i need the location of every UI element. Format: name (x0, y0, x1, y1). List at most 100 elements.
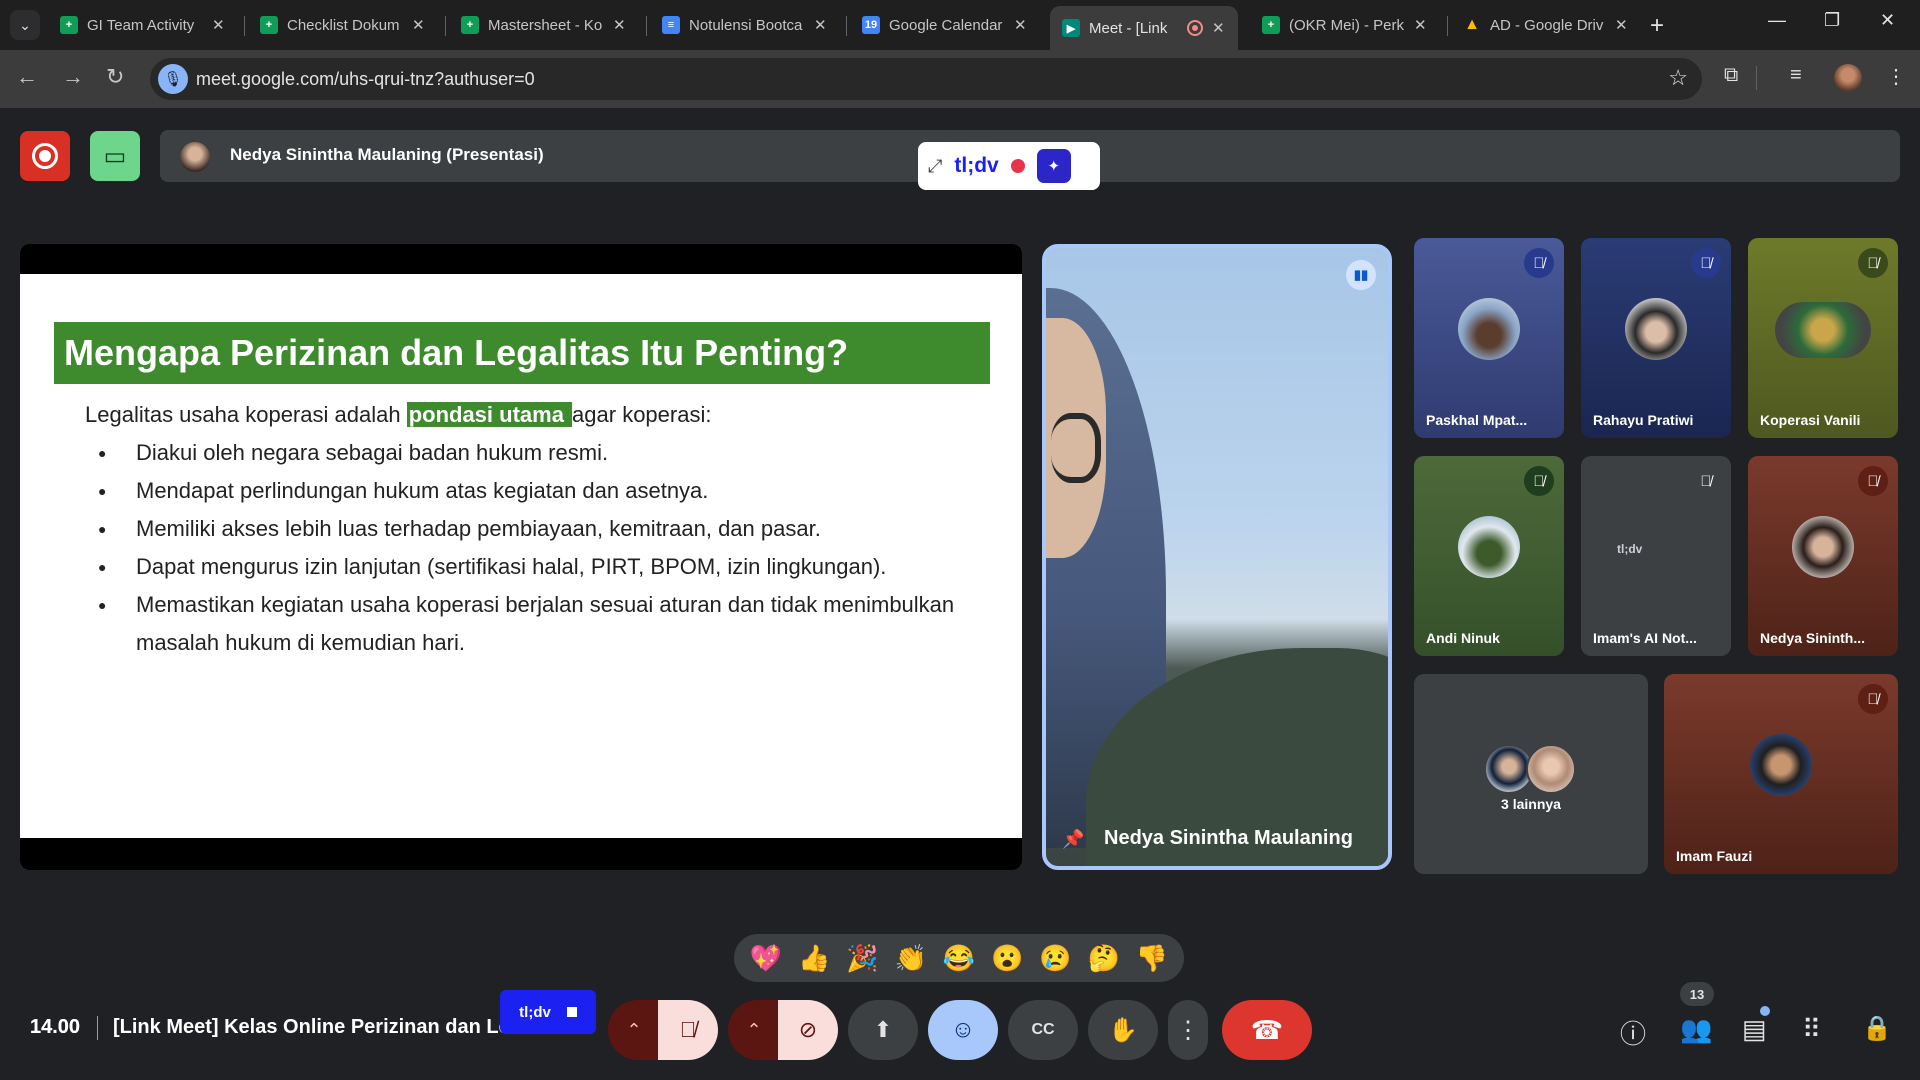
browser-menu-icon[interactable]: ⋮ (1886, 64, 1906, 89)
tab-title: Google Calendar (889, 16, 1003, 34)
back-icon[interactable]: ← (16, 64, 38, 90)
window-close-icon[interactable]: ✕ (1880, 10, 1895, 31)
restore-icon[interactable]: ❐ (1824, 10, 1840, 31)
video-frame (1051, 413, 1101, 483)
raise-hand-button[interactable]: ✋ (1088, 1000, 1158, 1060)
participant-tile[interactable]: 🎙̸ Nedya Sininth... (1748, 456, 1898, 656)
close-icon[interactable]: ✕ (212, 16, 226, 34)
reload-icon[interactable]: ↻ (106, 64, 124, 90)
companion-mode-button[interactable]: ▭ (90, 131, 140, 181)
ai-sparkle-icon[interactable]: ✦ (1036, 149, 1071, 183)
chat-icon[interactable]: ▤ (1742, 1014, 1767, 1045)
close-icon[interactable]: ✕ (1615, 16, 1629, 34)
others-tile[interactable]: 3 lainnya (1414, 674, 1648, 874)
close-icon[interactable]: ✕ (1414, 16, 1428, 34)
tab-gi-team-activity[interactable]: + GI Team Activity ✕ (48, 8, 238, 42)
microphone-off-button[interactable]: 🎙̸ (658, 1000, 718, 1060)
host-controls-icon[interactable]: 🔒 (1862, 1014, 1892, 1043)
captions-button[interactable]: CC (1008, 1000, 1078, 1060)
tab-title: Notulensi Bootca (689, 16, 803, 34)
close-icon[interactable]: ✕ (613, 16, 627, 34)
more-options-button[interactable]: ⋮ (1168, 1000, 1208, 1060)
microphone-permission-icon[interactable]: 🎙 (158, 64, 188, 94)
tab-notulensi-bootcamp[interactable]: ≡ Notulensi Bootca ✕ (650, 8, 840, 42)
participant-tile[interactable]: 🎙̸ Rahayu Pratiwi (1581, 238, 1731, 438)
bookmark-star-icon[interactable]: ☆ (1668, 65, 1688, 91)
tldv-widget[interactable]: ⤢ tl;dv ✦ (918, 142, 1100, 190)
participant-tile[interactable]: 🎙̸ Paskhal Mpat... (1414, 238, 1564, 438)
shared-screen: Mengapa Perizinan dan Legalitas Itu Pent… (20, 244, 1022, 870)
activities-icon[interactable]: ⠿ (1802, 1014, 1821, 1045)
participant-name: Nedya Sininth... (1760, 630, 1866, 646)
tldv-logo: tl;dv (954, 154, 999, 177)
laugh-reaction-icon[interactable]: 😂 (943, 945, 975, 971)
extensions-icon[interactable]: ⧉ (1724, 64, 1738, 87)
more-vert-icon: ⋮ (1176, 1016, 1200, 1044)
tldv-recording-button[interactable]: tl;dv (500, 990, 596, 1034)
close-icon[interactable]: ✕ (814, 16, 828, 34)
meeting-title: [Link Meet] Kelas Online Perizinan dan L… (113, 1016, 505, 1038)
muted-mic-icon: 🎙̸ (1691, 466, 1721, 496)
bullet-item: Dapat mengurus izin lanjutan (sertifikas… (98, 548, 978, 586)
reactions-button[interactable]: ☺ (928, 1000, 998, 1060)
tab-meet-active[interactable]: ▶ Meet - [Link ✕ (1050, 6, 1238, 50)
record-icon (32, 143, 58, 169)
meeting-details-icon[interactable]: ⓘ (1620, 1014, 1646, 1051)
slide-lead: Legalitas usaha koperasi adalah pondasi … (85, 402, 711, 428)
tab-title: Mastersheet - Ko (488, 16, 603, 34)
audio-options-button[interactable]: ⌃ (608, 1000, 660, 1060)
minimize-icon[interactable]: — (1768, 10, 1786, 31)
forward-icon[interactable]: → (62, 64, 84, 90)
pin-icon[interactable]: 📌 (1062, 829, 1084, 850)
stop-icon (566, 1007, 577, 1017)
avatar (1458, 298, 1520, 360)
party-reaction-icon[interactable]: 🎉 (846, 945, 878, 971)
participant-tile[interactable]: 🎙̸ Andi Ninuk (1414, 456, 1564, 656)
media-controls-icon[interactable]: ≡ (1790, 64, 1802, 87)
chevron-up-icon: ⌃ (626, 1019, 642, 1040)
tldv-logo: tl;dv (1617, 542, 1643, 556)
participant-tile[interactable]: 🎙̸ tl;dv Imam's AI Not... (1581, 456, 1731, 656)
tab-checklist-dokum[interactable]: + Checklist Dokum ✕ (248, 8, 438, 42)
close-icon[interactable]: ✕ (412, 16, 426, 34)
present-screen-button[interactable]: ⬆ (848, 1000, 918, 1060)
profile-avatar[interactable] (1834, 64, 1862, 92)
docs-icon: ≡ (662, 16, 680, 34)
tab-mastersheet[interactable]: + Mastersheet - Ko ✕ (449, 8, 639, 42)
tab-divider (1447, 16, 1448, 36)
people-icon[interactable]: 👥 (1680, 1014, 1712, 1045)
close-icon[interactable]: ✕ (1212, 19, 1226, 37)
avatar (1792, 516, 1854, 578)
avatar (1526, 744, 1576, 794)
close-icon[interactable]: ✕ (1014, 16, 1028, 34)
tab-google-drive[interactable]: ▲ AD - Google Driv ✕ (1451, 8, 1641, 42)
bullet-item: Memastikan kegiatan usaha koperasi berja… (98, 586, 978, 662)
url-text[interactable]: meet.google.com/uhs-qrui-tnz?authuser=0 (196, 69, 535, 90)
video-options-button[interactable]: ⌃ (728, 1000, 780, 1060)
emoji-icon: ☺ (950, 1016, 976, 1043)
sad-reaction-icon[interactable]: 😢 (1039, 945, 1071, 971)
lead-highlight: pondasi utama (406, 402, 573, 427)
recording-button[interactable] (20, 131, 70, 181)
tab-search-chevron-icon[interactable]: ⌄ (10, 10, 40, 40)
participant-tile[interactable]: 🎙̸ Imam Fauzi (1664, 674, 1898, 874)
thumbs-up-reaction-icon[interactable]: 👍 (798, 945, 830, 971)
tab-okr-mei[interactable]: + (OKR Mei) - Perk ✕ (1250, 8, 1440, 42)
leave-call-button[interactable]: ☎ (1222, 1000, 1312, 1060)
clap-reaction-icon[interactable]: 👏 (895, 945, 927, 971)
pinned-participant-video[interactable]: ▮▮ 📌 Nedya Sinintha Maulaning (1042, 244, 1392, 870)
participant-tile[interactable]: 🎙̸ Koperasi Vanili (1748, 238, 1898, 438)
tab-google-calendar[interactable]: 19 Google Calendar ✕ (850, 8, 1040, 42)
new-tab-button[interactable]: + (1650, 12, 1664, 40)
thinking-reaction-icon[interactable]: 🤔 (1087, 945, 1119, 971)
thumbs-down-reaction-icon[interactable]: 👎 (1136, 945, 1168, 971)
sheets-icon: + (1262, 16, 1280, 34)
expand-icon[interactable]: ⤢ (928, 156, 942, 177)
surprised-reaction-icon[interactable]: 😮 (991, 945, 1023, 971)
camera-off-button[interactable]: ⊘ (778, 1000, 838, 1060)
slide-bullets: Diakui oleh negara sebagai badan hukum r… (98, 434, 978, 662)
heart-reaction-icon[interactable]: 💖 (750, 945, 782, 971)
address-bar[interactable]: 🎙 meet.google.com/uhs-qrui-tnz?authuser=… (150, 58, 1702, 100)
sheets-icon: + (260, 16, 278, 34)
avatar (1458, 516, 1520, 578)
